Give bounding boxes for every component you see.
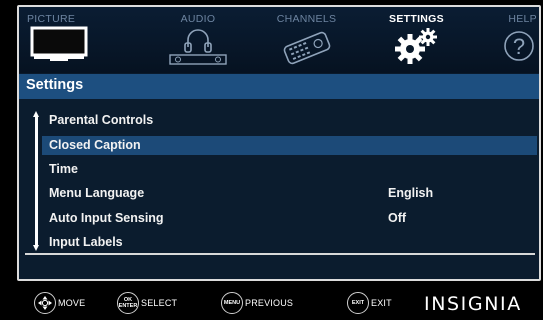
- category-tabs: PICTURE AUDIO CHANNELS SETTINGS HELP ?: [19, 7, 539, 73]
- brand-logo: INSIGNIA: [424, 293, 522, 315]
- hint-label: MOVE: [58, 298, 86, 308]
- tab-audio-label: AUDIO: [180, 13, 216, 25]
- hint-select: OK ENTER SELECT: [117, 291, 177, 315]
- tab-help-label: HELP: [508, 13, 537, 25]
- ok-enter-key-icon: OK ENTER: [117, 292, 139, 314]
- hint-label: EXIT: [371, 298, 392, 308]
- menu-item-label: Auto Input Sensing: [49, 211, 164, 225]
- tv-icon: [30, 26, 88, 67]
- hint-exit: EXIT EXIT: [347, 291, 392, 315]
- menu-item-label: Parental Controls: [49, 113, 154, 127]
- hint-previous: MENU PREVIOUS: [221, 291, 293, 315]
- tab-settings-label: SETTINGS: [389, 13, 444, 25]
- menu-item-menu-language[interactable]: Menu Language English: [42, 184, 537, 203]
- menu-item-auto-input-sensing[interactable]: Auto Input Sensing Off: [42, 209, 537, 228]
- tab-picture[interactable]: PICTURE: [25, 7, 95, 73]
- remote-icon: [279, 26, 335, 71]
- menu-item-input-labels[interactable]: Input Labels: [42, 233, 537, 252]
- hint-label: PREVIOUS: [245, 298, 294, 308]
- gears-icon: [390, 26, 444, 71]
- button-legend: MOVE OK ENTER SELECT MENU PREVIOUS EXIT …: [0, 286, 543, 320]
- description-area: [19, 255, 539, 279]
- dpad-icon: [34, 292, 56, 314]
- menu-item-label: Menu Language: [49, 186, 145, 200]
- tab-settings[interactable]: SETTINGS: [374, 7, 459, 73]
- tab-audio[interactable]: AUDIO: [153, 7, 243, 73]
- hint-label: SELECT: [141, 298, 178, 308]
- svg-text:?: ?: [513, 34, 525, 59]
- settings-menu-window: PICTURE AUDIO CHANNELS SETTINGS HELP ? S…: [17, 5, 541, 281]
- menu-item-closed-caption[interactable]: Closed Caption: [42, 136, 537, 155]
- scroll-down-arrow-icon: [33, 245, 39, 251]
- scroll-track: [35, 116, 38, 245]
- menu-item-time[interactable]: Time: [42, 160, 537, 179]
- exit-key-icon: EXIT: [347, 292, 369, 314]
- menu-header: Settings: [19, 74, 539, 99]
- settings-menu-list: Parental Controls Closed Caption Time Me…: [19, 99, 539, 253]
- audio-icon: [168, 26, 228, 71]
- menu-key-icon: MENU: [221, 292, 243, 314]
- hint-move: MOVE: [34, 291, 85, 315]
- menu-item-label: Closed Caption: [49, 138, 141, 152]
- page-title: Settings: [26, 77, 84, 93]
- help-icon: ?: [502, 26, 536, 71]
- menu-item-parental-controls[interactable]: Parental Controls: [42, 111, 537, 130]
- tab-channels-label: CHANNELS: [276, 13, 337, 25]
- menu-item-value: English: [388, 186, 434, 200]
- tab-help[interactable]: HELP ?: [477, 7, 539, 73]
- menu-item-label: Time: [49, 162, 78, 176]
- scrollbar[interactable]: [33, 111, 41, 251]
- tab-channels[interactable]: CHANNELS: [259, 7, 354, 73]
- menu-item-label: Input Labels: [49, 235, 123, 249]
- menu-item-value: Off: [388, 211, 407, 225]
- tab-picture-label: PICTURE: [27, 13, 76, 25]
